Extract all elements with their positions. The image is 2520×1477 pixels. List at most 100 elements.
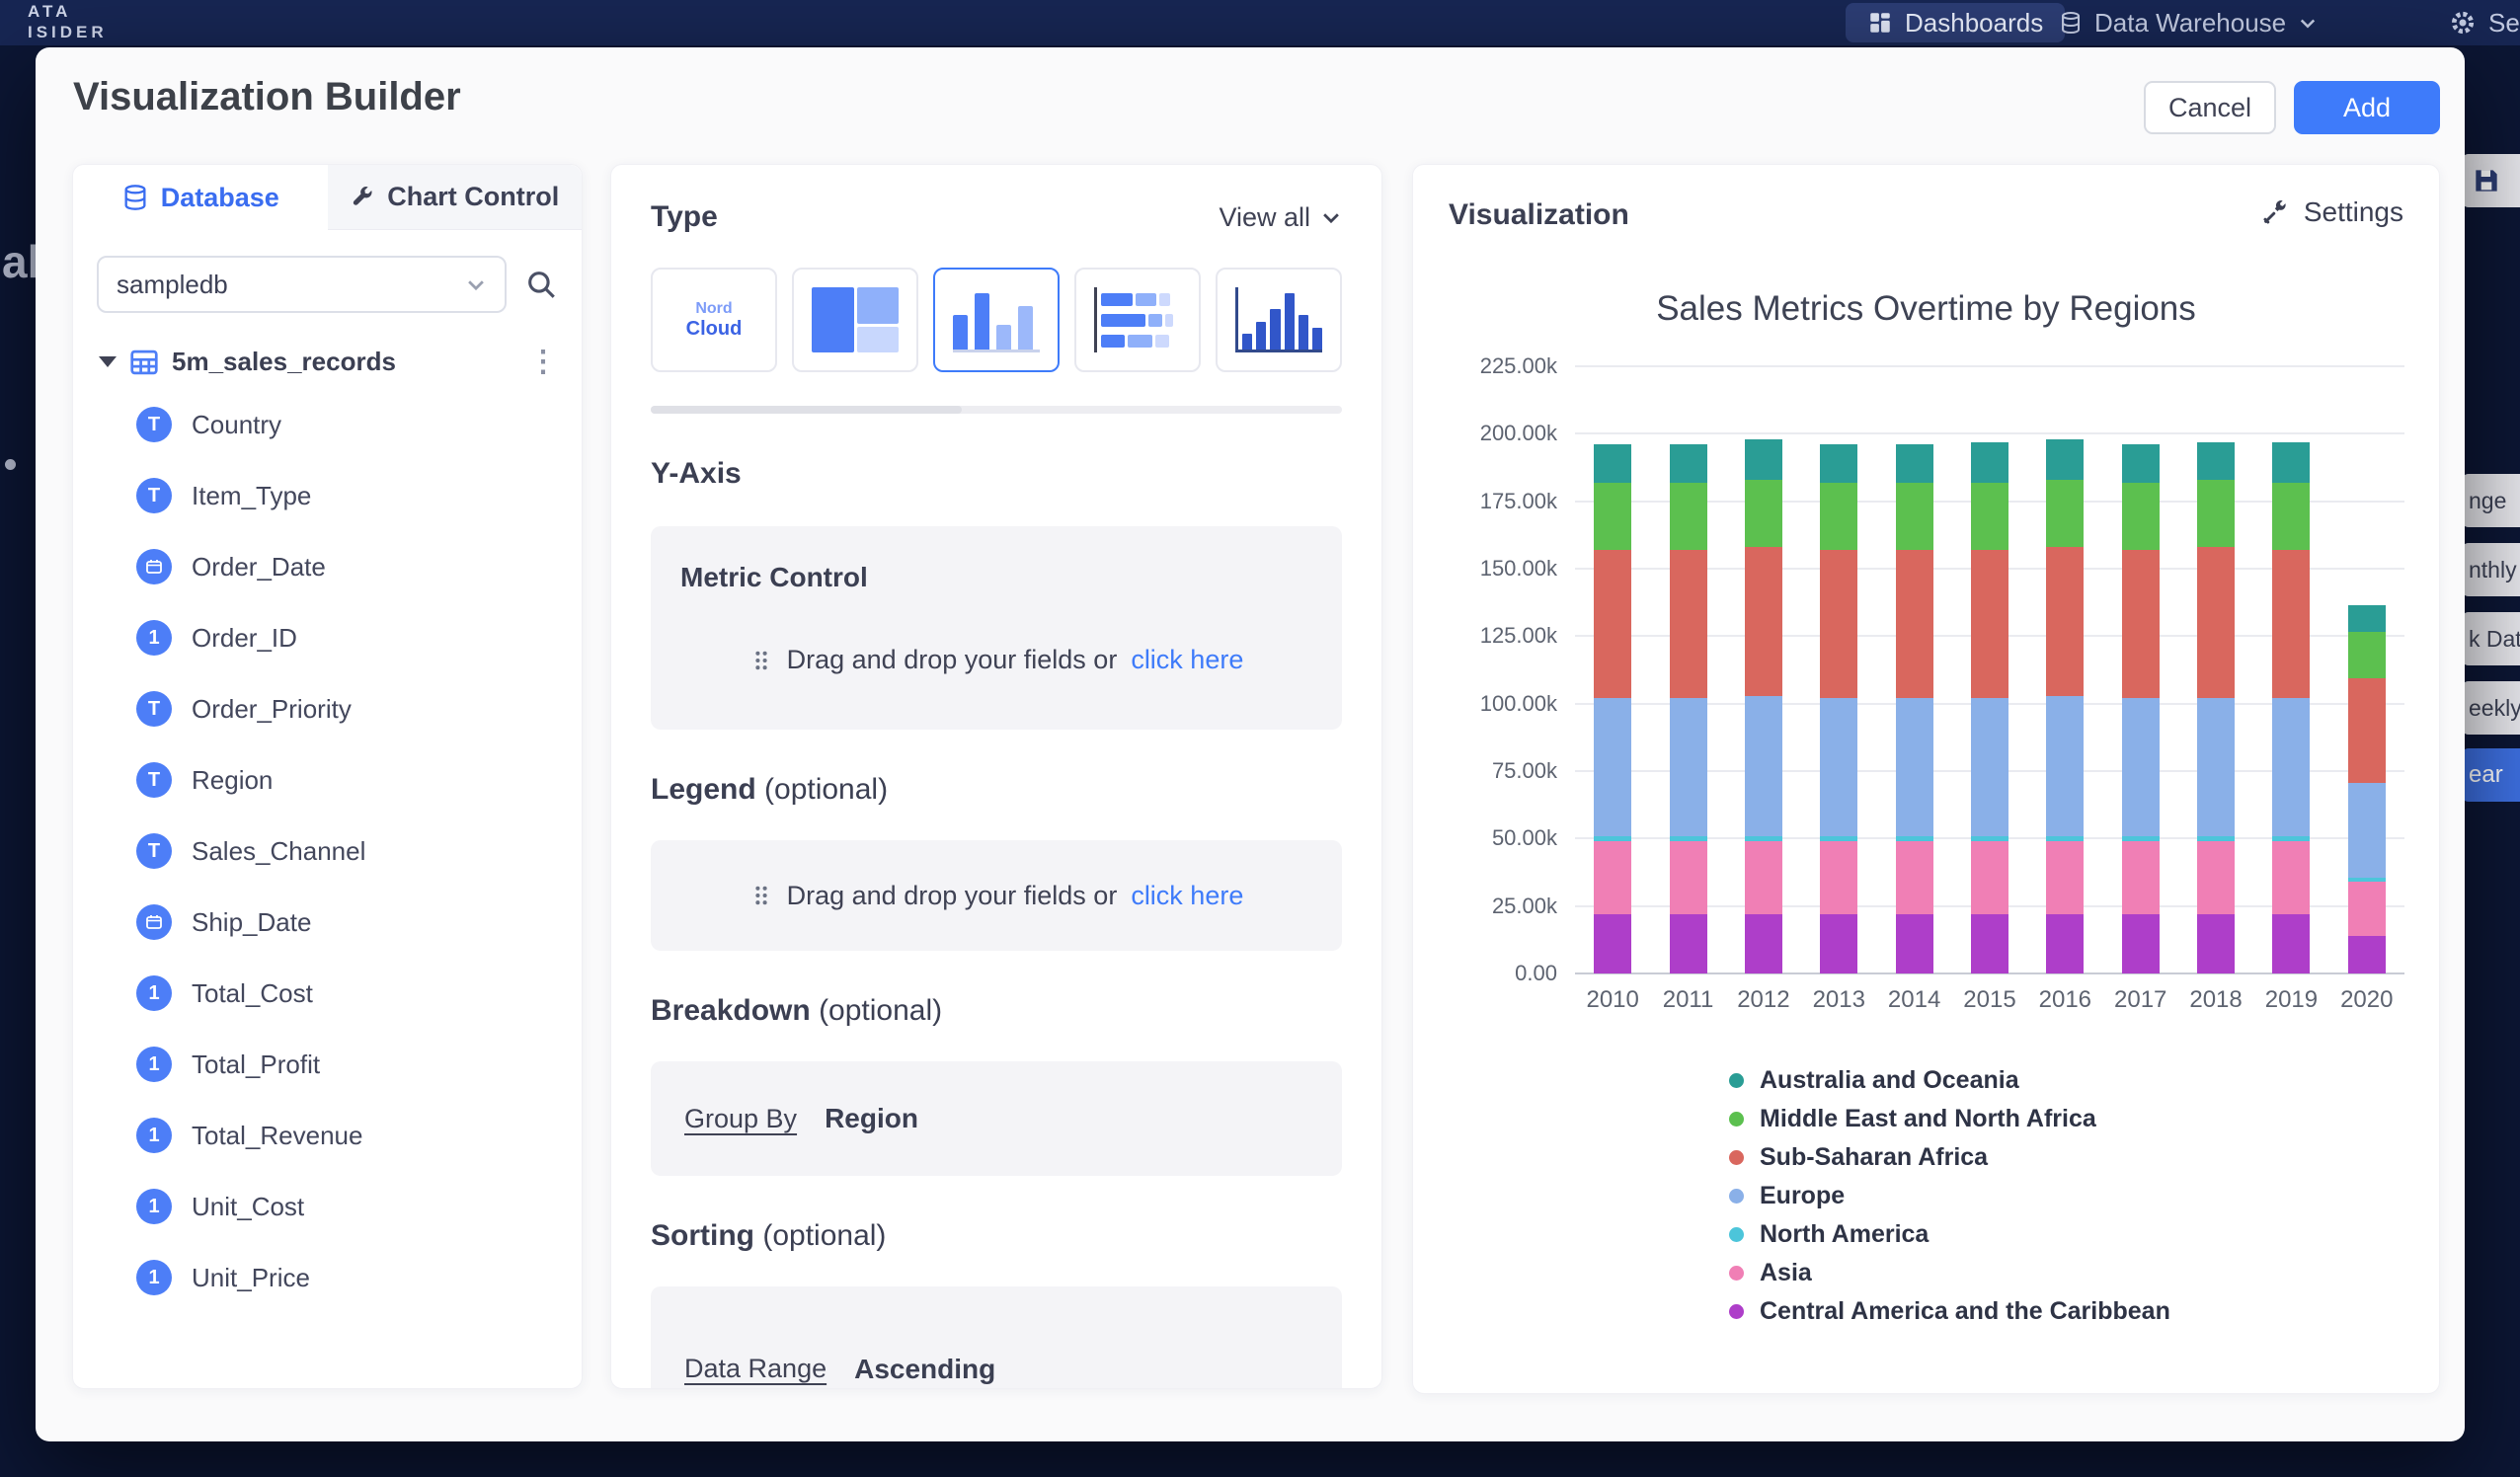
database-select[interactable]: sampledb — [97, 256, 507, 313]
database-panel: Database Chart Control sampledb — [72, 164, 583, 1389]
legend-heading: Legend (optional) — [651, 773, 1342, 807]
bar-segment — [1971, 550, 2008, 698]
add-button[interactable]: Add — [2294, 81, 2440, 134]
field-label: Ship_Date — [192, 907, 311, 938]
table-tree-item[interactable]: 5m_sales_records ⋮ — [73, 327, 582, 389]
bar-slot — [2103, 366, 2178, 973]
bar-segment — [2272, 483, 2310, 550]
metric-control-dropzone[interactable]: Metric Control Drag and drop your fields… — [651, 526, 1342, 730]
field-item[interactable]: 1Unit_Cost — [73, 1171, 582, 1242]
bar-segment — [2046, 547, 2084, 695]
tab-chart-control[interactable]: Chart Control — [328, 165, 583, 230]
bar-segment — [2122, 550, 2160, 698]
number-field-icon: 1 — [136, 1189, 172, 1224]
text-field-icon: T — [136, 762, 172, 798]
bar-segment — [2122, 841, 2160, 914]
cards-scrollbar[interactable] — [651, 406, 1342, 414]
group-by-label[interactable]: Group By — [684, 1104, 797, 1134]
legend-dot — [1729, 1266, 1744, 1281]
chart-type-hbar[interactable] — [1074, 268, 1201, 372]
bar-segment — [1594, 483, 1631, 550]
field-item[interactable]: TRegion — [73, 744, 582, 816]
hbar-chart-thumb — [1094, 287, 1181, 352]
tools-icon — [2260, 197, 2290, 227]
stacked-bar — [1594, 366, 1631, 973]
legend-item[interactable]: North America — [1729, 1215, 2170, 1254]
chart-type-treemap[interactable] — [792, 268, 918, 372]
group-by-row[interactable]: Group By Region — [651, 1061, 1342, 1176]
field-item[interactable]: Ship_Date — [73, 887, 582, 958]
kebab-menu-icon[interactable]: ⋮ — [528, 348, 558, 377]
stacked-bar — [1896, 366, 1933, 973]
modal-title: Visualization Builder — [73, 75, 461, 119]
table-icon — [129, 348, 159, 377]
bar-segment — [1896, 914, 1933, 973]
sorting-row[interactable]: Data Range Ascending — [651, 1286, 1342, 1388]
y-tick-label: 225.00k — [1480, 353, 1557, 379]
y-tick-label: 50.00k — [1492, 825, 1557, 851]
chart-type-column[interactable] — [933, 268, 1060, 372]
field-item[interactable]: TCountry — [73, 389, 582, 460]
tab-database-label: Database — [161, 183, 279, 213]
bar-segment — [1820, 914, 1857, 973]
database-icon — [2059, 11, 2083, 35]
field-item[interactable]: 1Total_Revenue — [73, 1100, 582, 1171]
tab-database[interactable]: Database — [73, 165, 328, 230]
field-item[interactable]: 1Total_Profit — [73, 1029, 582, 1100]
x-tick-label: 2010 — [1575, 986, 1650, 1014]
x-tick-label: 2012 — [1726, 986, 1801, 1014]
legend-item[interactable]: Australia and Oceania — [1729, 1061, 2170, 1100]
cards-scrollbar-thumb[interactable] — [651, 406, 962, 414]
chart-type-histogram[interactable] — [1216, 268, 1342, 372]
bar-segment — [1896, 550, 1933, 698]
chart-type-wordcloud[interactable]: Nord Cloud — [651, 268, 777, 372]
click-here-link[interactable]: click here — [1131, 881, 1243, 911]
field-item[interactable]: 1Total_Cost — [73, 958, 582, 1029]
nav-dashboards[interactable]: Dashboards — [1846, 3, 2065, 42]
bar-segment — [2348, 605, 2386, 632]
database-select-value: sampledb — [117, 270, 228, 300]
chart-legend: Australia and OceaniaMiddle East and Nor… — [1729, 1061, 2170, 1331]
click-here-link[interactable]: click here — [1131, 645, 1243, 675]
legend-dropzone[interactable]: Drag and drop your fields or click here — [651, 840, 1342, 951]
settings-button[interactable]: Settings — [2260, 196, 2403, 228]
view-all-button[interactable]: View all — [1219, 202, 1342, 233]
bar-segment — [2272, 698, 2310, 835]
text-field-icon: T — [136, 407, 172, 442]
settings-label: Settings — [2304, 196, 2403, 228]
drag-icon — [749, 884, 773, 907]
legend-item[interactable]: Middle East and North Africa — [1729, 1100, 2170, 1138]
bg-fragment: eekly — [2461, 681, 2520, 735]
field-item[interactable]: Order_Date — [73, 531, 582, 602]
legend-item[interactable]: Central America and the Caribbean — [1729, 1292, 2170, 1331]
field-item[interactable]: TItem_Type — [73, 460, 582, 531]
sorting-value: Ascending — [854, 1354, 995, 1385]
bg-button-fragment[interactable]: ear — [2461, 748, 2520, 802]
save-button-fragment[interactable] — [2461, 154, 2520, 207]
y-tick-label: 125.00k — [1480, 623, 1557, 649]
bar-segment — [2272, 914, 2310, 973]
field-item[interactable]: 1Order_ID — [73, 602, 582, 673]
bar-segment — [1745, 841, 1782, 914]
field-item[interactable]: 1Unit_Price — [73, 1242, 582, 1313]
sorting-field-label[interactable]: Data Range — [684, 1354, 827, 1384]
bar-segment — [1896, 841, 1933, 914]
bar-slot — [2253, 366, 2328, 973]
field-item[interactable]: TOrder_Priority — [73, 673, 582, 744]
column-chart-thumb — [953, 287, 1040, 352]
legend-item[interactable]: Sub-Saharan Africa — [1729, 1138, 2170, 1177]
bar-slot — [1726, 366, 1801, 973]
nav-settings[interactable]: Settings — [2449, 0, 2520, 45]
treemap-thumb — [812, 287, 899, 352]
legend-dot — [1729, 1227, 1744, 1242]
search-icon[interactable] — [524, 268, 558, 301]
cancel-button[interactable]: Cancel — [2144, 81, 2276, 134]
legend-item[interactable]: Asia — [1729, 1254, 2170, 1292]
legend-item[interactable]: Europe — [1729, 1177, 2170, 1215]
dashboard-icon — [1867, 10, 1893, 36]
field-item[interactable]: TSales_Channel — [73, 816, 582, 887]
bar-segment — [2272, 442, 2310, 483]
nav-data-warehouse[interactable]: Data Warehouse — [2059, 0, 2318, 45]
y-tick-label: 100.00k — [1480, 691, 1557, 717]
date-field-icon — [136, 549, 172, 584]
